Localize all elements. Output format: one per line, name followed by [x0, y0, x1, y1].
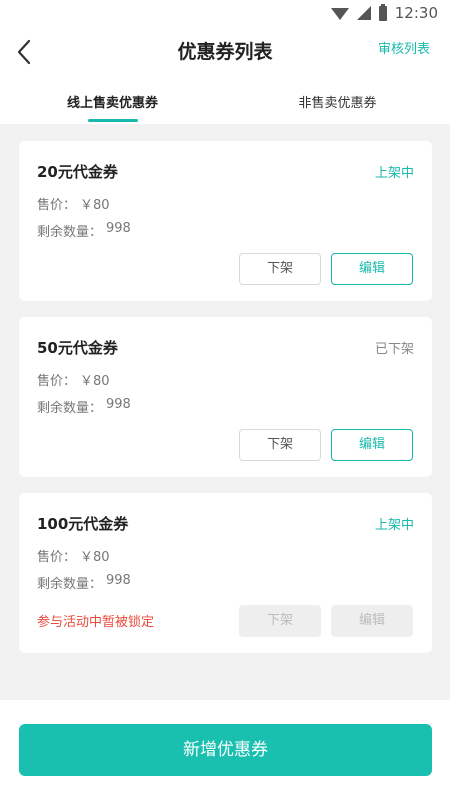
edit-button[interactable]: 编辑 — [331, 253, 413, 285]
offshelf-button[interactable]: 下架 — [239, 253, 321, 285]
stock-value: 998 — [106, 221, 131, 236]
price-label: 售价： — [37, 550, 77, 565]
stock-row: 剩余数量： 998 — [37, 221, 131, 240]
tab-bar: 线上售卖优惠券 非售卖优惠券 — [0, 78, 450, 124]
battery-icon — [378, 3, 387, 21]
status-badge: 已下架 — [374, 342, 414, 357]
price-row: 售价： ￥80 — [37, 194, 110, 213]
stock-label: 剩余数量： — [37, 401, 103, 416]
edit-button[interactable]: 编辑 — [331, 429, 413, 461]
coupon-list: 20元代金券 上架中 售价： ￥80 剩余数量： 998 下架 编辑 50元代金… — [19, 141, 432, 669]
bottom-bar: 新增优惠券 — [0, 700, 450, 800]
back-button[interactable] — [14, 38, 38, 66]
offshelf-button[interactable]: 下架 — [239, 429, 321, 461]
stock-row: 剩余数量： 998 — [37, 397, 131, 416]
status-time: 12:30 — [394, 4, 438, 22]
chevron-left-icon — [17, 39, 31, 65]
stock-value: 998 — [106, 573, 131, 588]
review-list-link[interactable]: 审核列表 — [378, 26, 430, 78]
coupon-card: 20元代金券 上架中 售价： ￥80 剩余数量： 998 下架 编辑 — [19, 141, 432, 301]
stock-value: 998 — [106, 397, 131, 412]
signal-icon — [356, 6, 371, 20]
status-badge: 上架中 — [374, 166, 414, 181]
tab-non-sale[interactable]: 非售卖优惠券 — [225, 78, 450, 124]
stock-row: 剩余数量： 998 — [37, 573, 131, 592]
add-coupon-button[interactable]: 新增优惠券 — [19, 724, 432, 776]
price-label: 售价： — [37, 374, 77, 389]
edit-button: 编辑 — [331, 605, 413, 637]
coupon-card: 50元代金券 已下架 售价： ￥80 剩余数量： 998 下架 编辑 — [19, 317, 432, 477]
price-value: ￥80 — [80, 374, 110, 389]
wifi-icon — [330, 8, 349, 20]
price-value: ￥80 — [80, 550, 110, 565]
status-badge: 上架中 — [374, 518, 414, 533]
status-bar: 12:30 — [0, 0, 450, 26]
coupon-name: 20元代金券 — [37, 163, 118, 181]
tab-online-sale[interactable]: 线上售卖优惠券 — [0, 78, 225, 124]
stock-label: 剩余数量： — [37, 225, 103, 240]
coupon-name: 50元代金券 — [37, 339, 118, 357]
coupon-name: 100元代金券 — [37, 515, 129, 533]
stock-label: 剩余数量： — [37, 577, 103, 592]
price-label: 售价： — [37, 198, 77, 213]
header: 优惠券列表 审核列表 — [0, 26, 450, 78]
price-value: ￥80 — [80, 198, 110, 213]
lock-notice: 参与活动中暂被锁定 — [37, 615, 155, 630]
coupon-card: 100元代金券 上架中 售价： ￥80 剩余数量： 998 参与活动中暂被锁定 … — [19, 493, 432, 653]
offshelf-button: 下架 — [239, 605, 321, 637]
price-row: 售价： ￥80 — [37, 370, 110, 389]
price-row: 售价： ￥80 — [37, 546, 110, 565]
